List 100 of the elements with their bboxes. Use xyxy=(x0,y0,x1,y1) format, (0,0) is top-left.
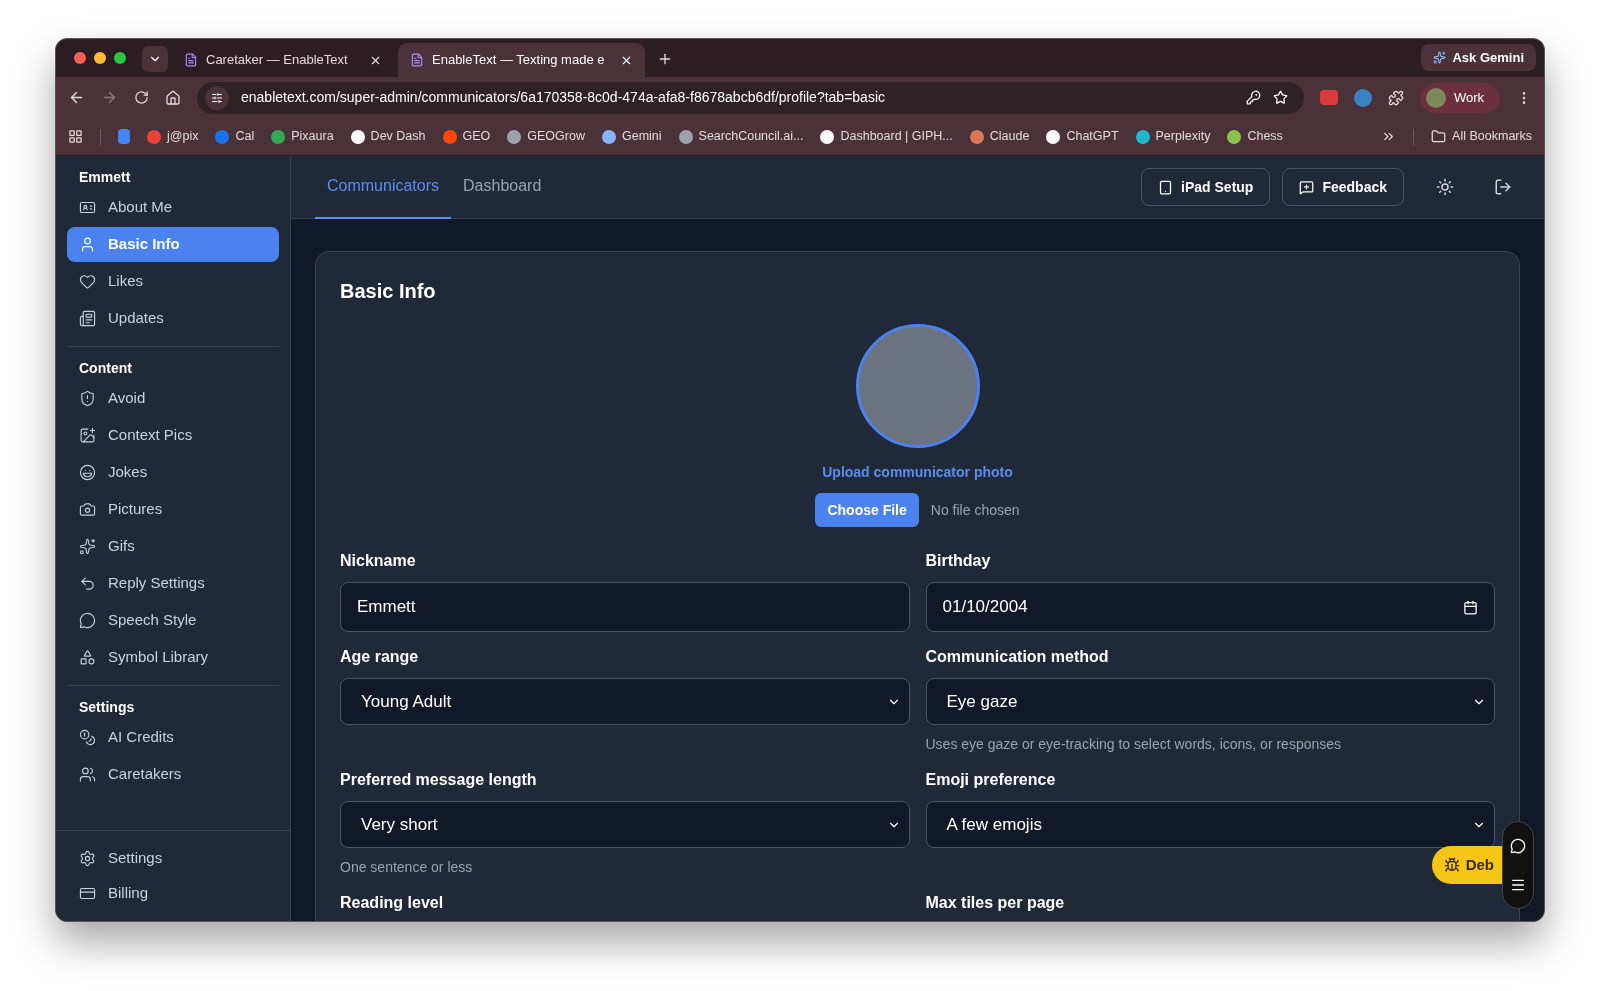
close-window-icon[interactable] xyxy=(74,52,86,64)
chat-icon xyxy=(1510,837,1526,854)
sidebar-item[interactable]: Billing xyxy=(67,876,279,911)
helper-text: One sentence or less xyxy=(340,858,474,877)
sidebar-item[interactable]: Settings xyxy=(67,841,279,876)
header-button[interactable]: Feedback xyxy=(1282,168,1404,206)
field-label: Preferred message length xyxy=(340,770,538,790)
tab-search-button[interactable] xyxy=(142,46,168,72)
helper-text: Uses eye gaze or eye-tracking to select words, icons, or responses xyxy=(925,735,1343,754)
star-icon xyxy=(1272,90,1288,105)
field-label: Emoji preference xyxy=(925,770,1057,790)
browser-tab[interactable]: EnableText — Texting made e xyxy=(398,43,646,77)
bookmark-link[interactable]: SearchCouncil.ai... xyxy=(678,127,804,146)
sidebar-item[interactable]: Gifs xyxy=(67,529,279,564)
file-status: No file chosen xyxy=(930,500,1020,520)
calendar-icon xyxy=(1463,599,1478,615)
field-label: Age range xyxy=(340,647,420,667)
message-plus-icon xyxy=(1299,179,1315,195)
extension-icon[interactable] xyxy=(1353,88,1372,107)
bookmark-link[interactable]: Dashboard | GIPH... xyxy=(820,127,953,146)
sidebar-item[interactable]: Caretakers xyxy=(67,757,279,792)
sidebar-item[interactable]: About Me xyxy=(67,190,279,225)
extensions-icon xyxy=(1387,89,1404,106)
sidebar-item-icon xyxy=(79,427,96,444)
site-settings-icon xyxy=(211,91,223,104)
sidebar-item-icon xyxy=(79,390,96,407)
field-label: Birthday xyxy=(925,551,992,571)
reload-icon xyxy=(134,90,149,105)
sidebar-item-icon xyxy=(79,538,96,555)
chat-widget[interactable] xyxy=(1502,821,1534,909)
sidebar-item[interactable]: Updates xyxy=(67,301,279,336)
sidebar-item[interactable]: Speech Style xyxy=(67,603,279,638)
sidebar-item-icon xyxy=(79,464,96,481)
sidebar-item-icon xyxy=(79,850,96,867)
bookmark-link[interactable]: Perplexity xyxy=(1135,127,1211,146)
address-bar[interactable]: enabletext.com/super-admin/communicators/6a170358-8c0d-474a-afa8-f8678abcb6df/profile?tab=basic xyxy=(197,81,1304,114)
dropdown-select[interactable]: Eye gaze xyxy=(925,678,1495,725)
bug-icon xyxy=(1443,857,1460,873)
sidebar-item[interactable]: Context Pics xyxy=(67,418,279,453)
nav-tab[interactable]: Dashboard xyxy=(451,155,554,219)
sidebar-item[interactable]: Basic Info xyxy=(67,227,279,262)
sidebar-item-icon xyxy=(79,310,96,327)
bookmark-link[interactable]: Chess xyxy=(1227,127,1283,146)
forward-icon xyxy=(101,89,118,106)
sidebar-item-icon xyxy=(79,885,96,902)
dropdown-select[interactable]: A few emojis xyxy=(925,801,1495,848)
sidebar-item[interactable]: Symbol Library xyxy=(67,640,279,675)
all-bookmarks-button[interactable]: All Bookmarks xyxy=(1431,127,1532,146)
sidebar-item[interactable]: Jokes xyxy=(67,455,279,490)
bookmark-link[interactable]: Pixaura xyxy=(271,127,334,146)
sidebar-item[interactable]: AI Credits xyxy=(67,720,279,755)
ask-gemini-button[interactable]: Ask Gemini xyxy=(1421,44,1536,71)
header-button[interactable]: iPad Setup xyxy=(1141,168,1271,206)
bookmark-link[interactable]: GEOGrow xyxy=(507,127,585,146)
sidebar-item[interactable]: Pictures xyxy=(67,492,279,527)
bookmark-link[interactable]: Dev Dash xyxy=(350,127,426,146)
sidebar-item-icon xyxy=(79,199,96,216)
field-label: Communication method xyxy=(925,647,1110,667)
section-heading: Content xyxy=(78,358,133,378)
bookmark-link[interactable]: GEO xyxy=(442,127,491,146)
field-label: Max tiles per page xyxy=(925,893,1066,913)
nav-tab[interactable]: Communicators xyxy=(315,155,452,219)
bookmark-link[interactable]: Claude xyxy=(969,127,1030,146)
tab-favicon-icon xyxy=(184,53,198,67)
sparkle-icon xyxy=(1433,51,1447,64)
sidebar-item[interactable]: Reply Settings xyxy=(67,566,279,601)
profile-button[interactable]: Work xyxy=(1419,82,1500,113)
logout-icon[interactable] xyxy=(1494,178,1512,196)
sidebar-item-icon xyxy=(79,649,96,666)
date-input[interactable]: 01/10/2004 xyxy=(925,582,1495,632)
bookmark-link[interactable]: j@pix xyxy=(147,127,199,146)
key-icon xyxy=(1245,90,1261,105)
maximize-window-icon[interactable] xyxy=(114,52,126,64)
bookmark-link[interactable]: Gemini xyxy=(601,127,662,146)
section-heading: Settings xyxy=(78,697,136,717)
minimize-window-icon[interactable] xyxy=(94,52,106,64)
sidebar-item-icon xyxy=(79,575,96,592)
field-label: Reading level xyxy=(340,893,445,913)
sidebar-item[interactable]: Likes xyxy=(67,264,279,299)
back-icon xyxy=(68,89,85,106)
sidebar-item-icon xyxy=(79,273,96,290)
bookmark-link[interactable]: Cal xyxy=(215,127,255,146)
field-label: Nickname xyxy=(340,551,417,571)
theme-toggle-icon[interactable] xyxy=(1436,178,1454,196)
card-title: Basic Info xyxy=(340,279,437,304)
tablet-icon xyxy=(1158,179,1174,195)
sidebar-item-icon xyxy=(79,236,96,253)
extension-icon[interactable] xyxy=(1319,90,1338,105)
tab-favicon-icon xyxy=(410,53,424,67)
sidebar-item-icon xyxy=(79,729,96,746)
upload-photo-link[interactable]: Upload communicator photo xyxy=(822,462,1013,483)
nickname-input[interactable]: Emmett xyxy=(340,582,910,632)
folder-icon xyxy=(1431,129,1447,144)
bookmark-link[interactable]: ChatGPT xyxy=(1046,127,1119,146)
sidebar-item[interactable]: Avoid xyxy=(67,381,279,416)
dropdown-select[interactable]: Young Adult xyxy=(340,678,910,725)
choose-file-button[interactable]: Choose File xyxy=(815,493,919,527)
sidebar-item-icon xyxy=(79,766,96,783)
dropdown-select[interactable]: Very short xyxy=(340,801,910,848)
browser-tab[interactable]: Caretaker — EnableText xyxy=(172,43,394,77)
